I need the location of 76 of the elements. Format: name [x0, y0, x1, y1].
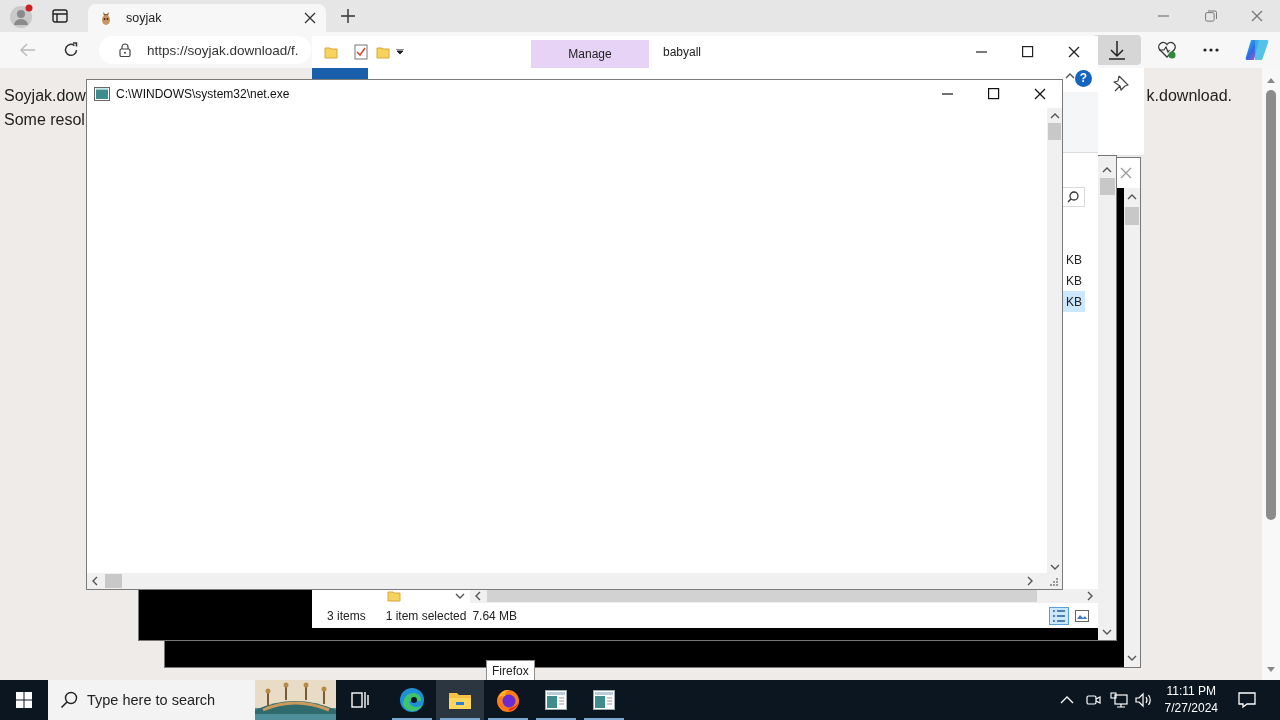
clock-date: 7/27/2024: [1164, 700, 1218, 717]
item-count: 3 items: [327, 608, 366, 623]
fox-logo-icon: [495, 687, 521, 713]
browser-tab[interactable]: soyjak: [88, 4, 326, 32]
window-title: C:\WINDOWS\system32\net.exe: [116, 87, 290, 101]
app-logo-icon[interactable]: [1245, 39, 1269, 61]
scroll-right-icon[interactable]: [1026, 576, 1034, 586]
tab-title: soyjak: [126, 11, 163, 25]
caret-icon[interactable]: [396, 49, 404, 55]
scrollbar-thumb[interactable]: [1125, 207, 1139, 225]
clock-time: 11:11 PM: [1166, 683, 1217, 700]
tab-actions-icon[interactable]: [52, 8, 68, 24]
close-icon[interactable]: [1034, 88, 1046, 100]
restore-icon[interactable]: [1205, 10, 1217, 22]
chat-bubble-icon[interactable]: [1238, 691, 1256, 709]
maximize-icon[interactable]: [1022, 46, 1034, 58]
details-view-icon[interactable]: [1049, 606, 1069, 625]
scrollbar-thumb[interactable]: [1099, 178, 1115, 195]
search-icon: [60, 691, 78, 709]
window-icon: [545, 690, 567, 710]
new-tab-icon[interactable]: [341, 9, 355, 23]
scroll-up-icon[interactable]: [1102, 166, 1112, 174]
page-text: k.download.: [1146, 86, 1232, 106]
size-cell[interactable]: KB: [1061, 270, 1085, 291]
task-view-icon[interactable]: [351, 691, 369, 709]
maximize-icon[interactable]: [988, 88, 1000, 100]
selection-size: 7.64 MB: [472, 608, 518, 623]
scroll-left-icon[interactable]: [91, 576, 99, 586]
pin-icon[interactable]: [1112, 74, 1130, 92]
close-icon[interactable]: [1068, 46, 1080, 58]
heart-pulse-icon[interactable]: [1157, 41, 1177, 59]
scroll-down-icon[interactable]: [1102, 628, 1112, 636]
scroll-up-icon[interactable]: [1127, 193, 1137, 201]
page-text: Soyjak.dow: [4, 86, 86, 106]
camera-icon[interactable]: [1084, 693, 1101, 707]
help-button[interactable]: ?: [1075, 70, 1092, 87]
scroll-left-icon[interactable]: [474, 591, 482, 601]
lock-icon: [119, 43, 131, 57]
size-cell[interactable]: KB: [1061, 249, 1085, 270]
wave-logo-icon: [399, 687, 425, 713]
page-text: Some resol: [4, 110, 85, 130]
scroll-down-icon[interactable]: [455, 592, 465, 600]
size-cell[interactable]: KB: [1061, 291, 1085, 312]
resize-grip-icon[interactable]: [1048, 576, 1058, 586]
scrollbar-thumb[interactable]: [1266, 90, 1276, 520]
collapse-icon[interactable]: [1065, 72, 1075, 80]
window-icon: [593, 690, 615, 710]
scroll-up-icon[interactable]: [1266, 76, 1276, 84]
context-tab[interactable]: Manage: [531, 40, 649, 68]
speaker-icon[interactable]: [1134, 692, 1153, 708]
scroll-down-icon[interactable]: [1049, 563, 1060, 571]
scrollbar-thumb[interactable]: [105, 574, 122, 588]
scroll-up-icon[interactable]: [1049, 112, 1060, 120]
window-title: babyall: [663, 45, 702, 59]
profile-icon[interactable]: [9, 3, 35, 29]
console-window-icon: [94, 87, 110, 101]
chevron-up-icon[interactable]: [1059, 696, 1074, 704]
scrollbar-thumb[interactable]: [487, 590, 1037, 602]
close-icon[interactable]: [304, 12, 316, 24]
more-icon[interactable]: [1203, 48, 1219, 52]
scroll-down-icon[interactable]: [1266, 666, 1276, 674]
scroll-down-icon[interactable]: [1127, 654, 1137, 662]
refresh-icon[interactable]: [63, 42, 79, 58]
search-field[interactable]: Type here to search: [48, 680, 255, 720]
folder-icon: [448, 690, 472, 710]
clock[interactable]: 11:11 PM 7/27/2024: [1164, 683, 1218, 717]
scrollbar-thumb[interactable]: [1048, 123, 1061, 140]
address-field[interactable]: https://soyjak.download/f.: [99, 36, 311, 64]
thumbnail-view-icon[interactable]: [1075, 609, 1089, 622]
taskbar-button[interactable]: [436, 680, 484, 720]
network-icon[interactable]: [1109, 692, 1128, 708]
search-icon: [1067, 191, 1079, 203]
tooltip: Firefox: [486, 660, 535, 681]
properties-icon[interactable]: [354, 44, 368, 60]
scroll-right-icon[interactable]: [1086, 591, 1094, 601]
selection-info: 1 item selected: [385, 608, 467, 623]
